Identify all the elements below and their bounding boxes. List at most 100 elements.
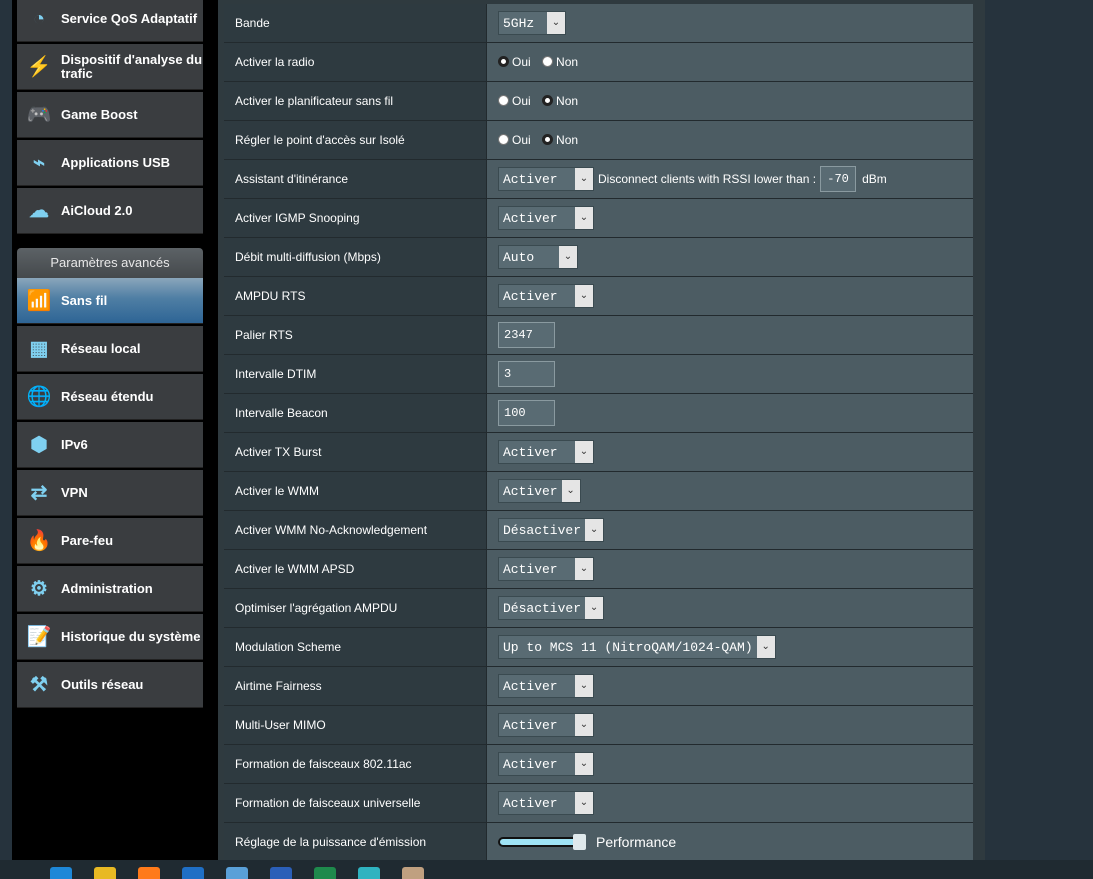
radio-no[interactable]: Non (542, 94, 578, 108)
setting-select[interactable]: Activer ⌄ (498, 791, 594, 815)
radio-label: Non (556, 94, 579, 108)
wifi-icon: 📶 (26, 289, 52, 312)
setting-row: Réglage de la puissance d'émission Perfor… (224, 823, 973, 862)
wireless-professional-table: Bande 5GHz ⌄ Activer la radio Oui Non Activer… (224, 4, 973, 862)
explorer-icon[interactable] (94, 867, 116, 879)
radio-label: Oui (512, 55, 531, 69)
setting-value (487, 316, 973, 354)
select-value: Activer (503, 679, 558, 694)
setting-select[interactable]: Activer ⌄ (498, 167, 594, 191)
sidebar-item-globe[interactable]: 🌐 Réseau étendu (17, 374, 203, 420)
setting-value (487, 394, 973, 432)
chevron-down-icon: ⌄ (559, 246, 577, 268)
radio-no[interactable]: Non (542, 133, 578, 147)
setting-value: Oui Non (487, 82, 973, 120)
sidebar-item-lan[interactable]: ▦ Réseau local (17, 326, 203, 372)
app-icon[interactable] (358, 867, 380, 879)
main-panel: Bande 5GHz ⌄ Activer la radio Oui Non Activer… (218, 0, 985, 862)
sidebar-item-gamepad[interactable]: 🎮 Game Boost (17, 92, 203, 138)
sidebar-item-gear[interactable]: ⚙ Administration (17, 566, 203, 612)
sidebar-item-speedometer[interactable]: ◔ Service QoS Adaptatif (17, 0, 203, 42)
setting-select[interactable]: Activer ⌄ (498, 206, 594, 230)
setting-value: 5GHz ⌄ (487, 4, 973, 42)
sidebar-item-label: Service QoS Adaptatif (61, 10, 198, 26)
excel-icon[interactable] (314, 867, 336, 879)
sidebar-item-cloud[interactable]: ☁ AiCloud 2.0 (17, 188, 203, 234)
setting-select[interactable]: Activer ⌄ (498, 674, 594, 698)
sidebar-item-vpn[interactable]: ⇄ VPN (17, 470, 203, 516)
setting-row: Intervalle Beacon (224, 394, 973, 433)
chevron-down-icon: ⌄ (575, 792, 593, 814)
setting-label: Bande (224, 4, 487, 42)
radio-yes[interactable]: Oui (498, 133, 531, 147)
ipv6-icon: ⬢ (30, 433, 48, 456)
speedometer-icon: ◔ (32, 7, 46, 30)
edge-icon[interactable] (50, 867, 72, 879)
chevron-down-icon: ⌄ (575, 168, 593, 190)
radio-yes[interactable]: Oui (498, 55, 531, 69)
slider-handle[interactable] (573, 834, 586, 850)
rssi-input[interactable]: -70 (820, 166, 857, 192)
select-value: Activer (503, 718, 558, 733)
select-value: Activer (503, 211, 558, 226)
setting-select[interactable]: Activer ⌄ (498, 752, 594, 776)
setting-row: Formation de faisceaux universelle Active… (224, 784, 973, 823)
setting-value: Désactiver ⌄ (487, 511, 973, 549)
select-value: Activer (503, 484, 558, 499)
setting-input[interactable] (498, 322, 555, 348)
sidebar-item-usb[interactable]: ⌁ Applications USB (17, 140, 203, 186)
setting-value (487, 355, 973, 393)
setting-value: Oui Non (487, 43, 973, 81)
setting-select[interactable]: 5GHz ⌄ (498, 11, 566, 35)
setting-select[interactable]: Désactiver ⌄ (498, 596, 605, 620)
setting-input[interactable] (498, 400, 555, 426)
word-icon[interactable] (270, 867, 292, 879)
paint-icon[interactable] (402, 867, 424, 879)
setting-value: Activer ⌄ Disconnect clients with RSSI low… (487, 160, 973, 198)
tx-power-slider[interactable] (498, 834, 586, 850)
setting-label: Modulation Scheme (224, 628, 487, 666)
setting-select[interactable]: Désactiver ⌄ (498, 518, 605, 542)
chevron-down-icon: ⌄ (575, 441, 593, 463)
setting-row: Airtime Fairness Activer ⌄ (224, 667, 973, 706)
radio-label: Oui (512, 94, 531, 108)
setting-label: Activer le planificateur sans fil (224, 82, 487, 120)
rssi-label: Disconnect clients with RSSI lower than … (598, 172, 817, 186)
setting-value: Activer ⌄ (487, 667, 973, 705)
outlook-icon[interactable] (182, 867, 204, 879)
setting-select[interactable]: Activer ⌄ (498, 284, 594, 308)
sidebar-item-tools[interactable]: ⚒ Outils réseau (17, 662, 203, 708)
sidebar-item-wifi[interactable]: 📶 Sans fil (17, 278, 203, 324)
setting-row: Multi-User MIMO Activer ⌄ (224, 706, 973, 745)
vpn-icon: ⇄ (30, 481, 48, 504)
setting-select[interactable]: Activer ⌄ (498, 713, 594, 737)
setting-label: Multi-User MIMO (224, 706, 487, 744)
setting-select[interactable]: Auto ⌄ (498, 245, 578, 269)
photos-icon[interactable] (226, 867, 248, 879)
setting-value: Activer ⌄ (487, 472, 973, 510)
sidebar-item-label: Applications USB (61, 154, 171, 170)
setting-label: Assistant d'itinérance (224, 160, 487, 198)
setting-row: Activer TX Burst Activer ⌄ (224, 433, 973, 472)
radio-yes[interactable]: Oui (498, 94, 531, 108)
firefox-icon[interactable] (138, 867, 160, 879)
setting-select[interactable]: Activer ⌄ (498, 479, 581, 503)
select-value: Activer (503, 289, 558, 304)
setting-label: Réglage de la puissance d'émission (224, 823, 487, 861)
setting-select[interactable]: Up to MCS 11 (NitroQAM/1024-QAM) ⌄ (498, 635, 776, 659)
setting-input[interactable] (498, 361, 555, 387)
setting-label: Intervalle Beacon (224, 394, 487, 432)
radio-no[interactable]: Non (542, 55, 578, 69)
setting-row: Activer le planificateur sans fil Oui Non (224, 82, 973, 121)
sidebar-item-firewall[interactable]: 🔥 Pare-feu (17, 518, 203, 564)
setting-row: Modulation Scheme Up to MCS 11 (NitroQAM/… (224, 628, 973, 667)
sidebar-item-label: Historique du système (61, 628, 201, 644)
setting-select[interactable]: Activer ⌄ (498, 440, 594, 464)
sidebar-item-traffic-analyzer[interactable]: ⚡ Dispositif d'analyse du trafic (17, 44, 203, 90)
setting-select[interactable]: Activer ⌄ (498, 557, 594, 581)
setting-label: Activer la radio (224, 43, 487, 81)
setting-label: Activer IGMP Snooping (224, 199, 487, 237)
sidebar-item-ipv6[interactable]: ⬢ IPv6 (17, 422, 203, 468)
chevron-down-icon: ⌄ (547, 12, 565, 34)
sidebar-item-log[interactable]: 📝 Historique du système (17, 614, 203, 660)
